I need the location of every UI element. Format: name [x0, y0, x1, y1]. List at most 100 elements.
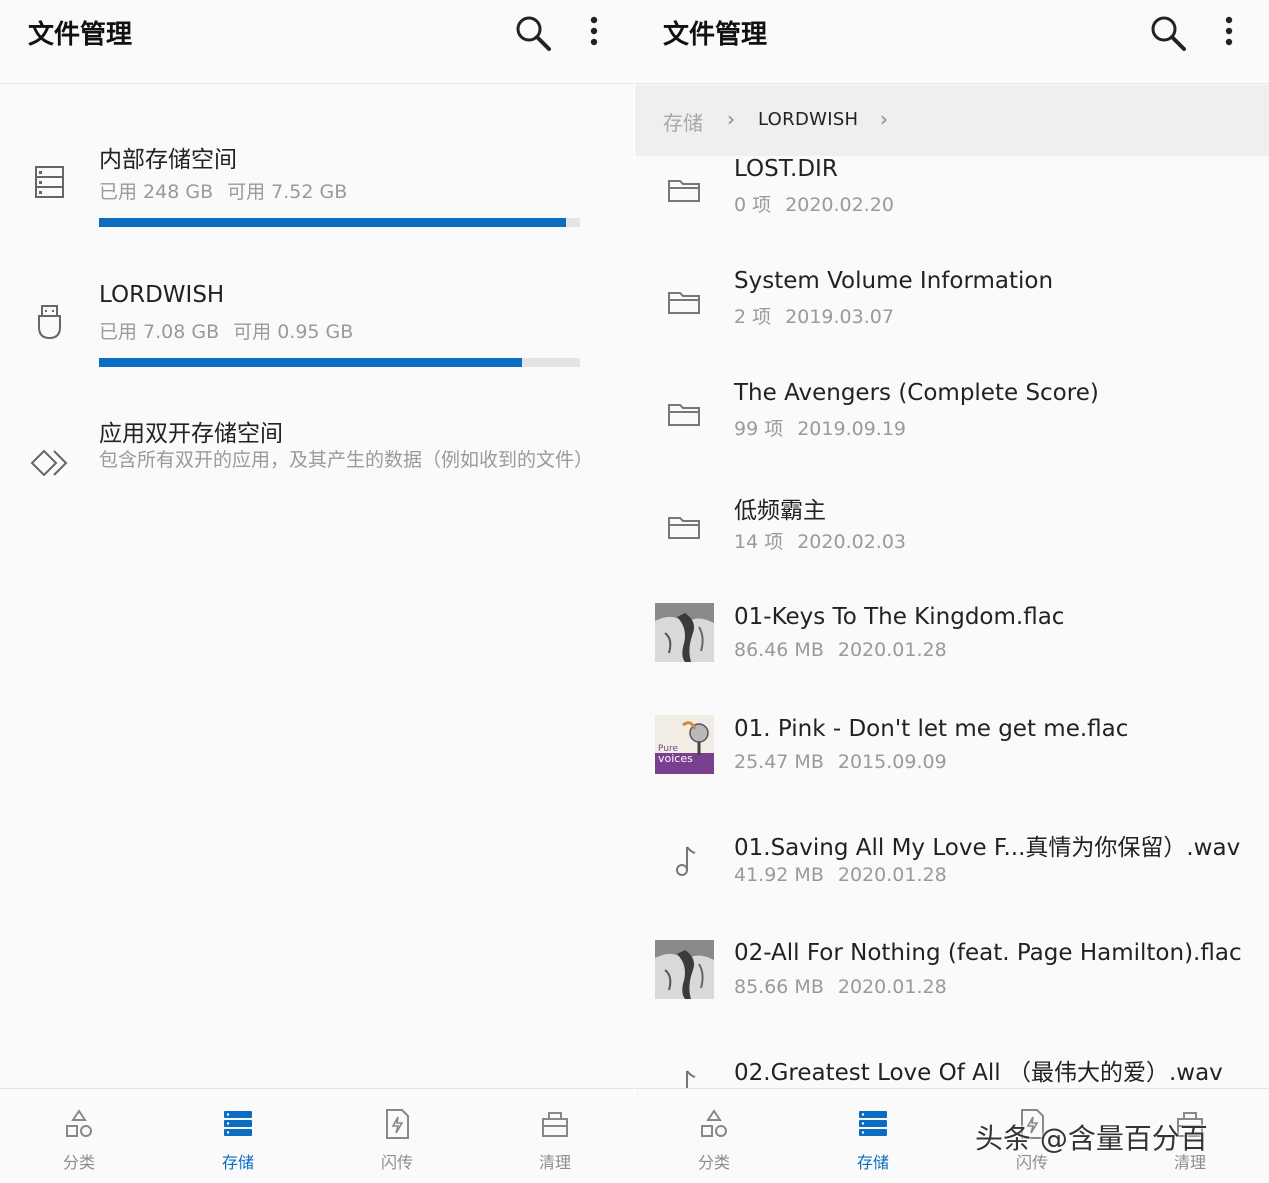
file-size: 85.66 MB	[734, 976, 824, 998]
file-name: 01-Keys To The Kingdom.flac	[734, 604, 1065, 630]
file-date: 2019.03.07	[785, 306, 894, 328]
storage-free: 可用 7.52 GB	[227, 181, 348, 203]
nav-cleanup[interactable]: 清理	[505, 1089, 605, 1183]
nav-label: 存储	[221, 1153, 254, 1172]
nav-category[interactable]: 分类	[29, 1089, 129, 1183]
usb-storage-item[interactable]: LORDWISH 已用 7.08 GB 可用 0.95 GB	[0, 270, 634, 380]
usb-drive-icon	[38, 305, 61, 340]
storage-usage-text: 已用 7.08 GB 可用 0.95 GB	[99, 317, 353, 344]
more-options-icon[interactable]	[1211, 10, 1247, 56]
nav-label: 分类	[697, 1153, 730, 1172]
app-title: 文件管理	[28, 20, 133, 50]
nav-storage[interactable]: 存储	[823, 1089, 923, 1183]
file-size: 25.47 MB	[734, 751, 824, 773]
file-name: 01.Saving All My Love F...真情为你保留）.wav	[734, 835, 1241, 861]
music-note-icon	[686, 1070, 696, 1088]
breadcrumb-root[interactable]: 存储	[663, 107, 703, 136]
nav-label: 存储	[856, 1153, 889, 1172]
chevron-right-icon: ›	[727, 107, 735, 131]
storage-used: 已用 248 GB	[99, 181, 214, 203]
storage-usage-fill	[99, 358, 523, 367]
file-name: 01. Pink - Don't let me get me.flac	[734, 716, 1129, 742]
storage-usage-fill	[99, 218, 566, 227]
watermark-text: 头条 @含量百分百	[975, 1122, 1208, 1155]
nav-label: 闪传	[380, 1153, 413, 1172]
file-list: LOST.DIR 0 项 2020.02.20 System Volume Inf…	[635, 156, 1269, 1088]
file-size: 86.46 MB	[734, 639, 824, 661]
file-meta: 2 项 2019.03.07	[734, 302, 894, 329]
file-row[interactable]: 01.Saving All My Love F...真情为你保留）.wav 41…	[635, 822, 1269, 934]
file-date: 2020.01.28	[837, 864, 947, 886]
file-meta: 85.66 MB 2020.01.28	[734, 976, 947, 998]
storage-used: 已用 7.08 GB	[99, 321, 220, 343]
breadcrumb-current[interactable]: LORDWISH	[758, 109, 858, 130]
album-art-thumbnail: Pure voices	[655, 715, 714, 774]
file-row[interactable]: 02-All For Nothing (feat. Page Hamilton)…	[635, 934, 1269, 1046]
file-row[interactable]: System Volume Information 2 项 2019.03.07	[635, 260, 1269, 372]
search-icon[interactable]	[510, 10, 556, 56]
storage-free: 可用 0.95 GB	[233, 321, 354, 343]
file-row[interactable]: 02.Greatest Love Of All （最伟大的爱）.wav	[635, 1046, 1269, 1088]
category-shapes-icon	[66, 1109, 92, 1137]
file-date: 2020.01.28	[837, 976, 947, 998]
nav-label: 清理	[538, 1153, 571, 1172]
file-name: The Avengers (Complete Score)	[734, 380, 1099, 406]
file-meta: 86.46 MB 2020.01.28	[734, 639, 947, 661]
app-bar: 文件管理	[0, 0, 634, 84]
flash-transfer-icon	[386, 1109, 409, 1139]
app-title: 文件管理	[663, 20, 768, 50]
file-date: 2015.09.09	[837, 751, 947, 773]
storage-usage-bar	[99, 218, 580, 227]
file-meta: 14 项 2020.02.03	[734, 527, 906, 554]
storage-usage-text: 已用 248 GB 可用 7.52 GB	[99, 177, 347, 204]
storage-icon	[859, 1111, 887, 1136]
dual-app-storage-item[interactable]: 应用双开存储空间 包含所有双开的应用，及其产生的数据（例如收到的文件）	[0, 405, 634, 525]
storage-name: 内部存储空间	[99, 147, 237, 173]
file-row[interactable]: The Avengers (Complete Score) 99 项 2019.0…	[635, 372, 1269, 484]
cleanup-icon	[542, 1112, 568, 1137]
more-options-icon[interactable]	[576, 10, 612, 56]
file-name: System Volume Information	[734, 268, 1054, 294]
file-browser-panel: 文件管理 存储 › LORDWISH › LOST.DIR 0 项 2020.02…	[635, 0, 1269, 1183]
nav-flash-transfer[interactable]: 闪传	[347, 1089, 447, 1183]
file-name: 02-All For Nothing (feat. Page Hamilton)…	[734, 940, 1242, 966]
file-meta: 99 项 2019.09.19	[734, 414, 906, 441]
storage-name: LORDWISH	[99, 282, 225, 308]
file-date: 2020.01.28	[837, 639, 947, 661]
app-bar: 文件管理	[635, 0, 1269, 84]
folder-icon	[668, 292, 700, 314]
internal-storage-icon	[35, 166, 64, 198]
file-size: 41.92 MB	[734, 864, 824, 886]
folder-icon	[668, 180, 700, 202]
storage-overview-panel: 文件管理 内部存储空间 已用 248 GB 可用 7.52 GB LORDWIS…	[0, 0, 634, 1183]
file-row[interactable]: LOST.DIR 0 项 2020.02.20	[635, 156, 1269, 260]
file-row[interactable]: 01-Keys To The Kingdom.flac 86.46 MB 2020…	[635, 597, 1269, 709]
file-count: 99 项	[734, 418, 784, 440]
category-shapes-icon	[701, 1109, 727, 1137]
file-count: 0 项	[734, 194, 772, 216]
file-meta: 25.47 MB 2015.09.09	[734, 751, 947, 773]
internal-storage-item[interactable]: 内部存储空间 已用 248 GB 可用 7.52 GB	[0, 130, 634, 240]
chevron-right-icon: ›	[880, 107, 888, 131]
album-art-thumbnail	[655, 940, 714, 999]
file-row[interactable]: 低频霸主 14 项 2020.02.03	[635, 485, 1269, 597]
bottom-navigation: 分类 存储 闪传 清理	[0, 1088, 634, 1183]
album-art-thumbnail	[655, 603, 714, 662]
file-name: LOST.DIR	[734, 156, 838, 182]
file-date: 2019.09.19	[797, 418, 907, 440]
thumb-text-voices: voices	[658, 752, 693, 765]
file-meta: 0 项 2020.02.20	[734, 190, 894, 217]
nav-category[interactable]: 分类	[664, 1089, 764, 1183]
folder-icon	[668, 517, 700, 539]
file-name: 02.Greatest Love Of All （最伟大的爱）.wav	[734, 1060, 1223, 1086]
file-meta: 41.92 MB 2020.01.28	[734, 864, 947, 886]
breadcrumb: 存储 › LORDWISH ›	[635, 85, 1269, 156]
search-icon[interactable]	[1145, 10, 1191, 56]
file-count: 14 项	[734, 531, 784, 553]
music-note-icon	[676, 846, 696, 876]
nav-storage[interactable]: 存储	[188, 1089, 288, 1183]
storage-description: 包含所有双开的应用，及其产生的数据（例如收到的文件）	[99, 449, 594, 471]
file-row[interactable]: Pure voices 01. Pink - Don't let me get …	[635, 709, 1269, 821]
storage-icon	[224, 1111, 252, 1136]
dual-app-icon	[30, 449, 68, 477]
